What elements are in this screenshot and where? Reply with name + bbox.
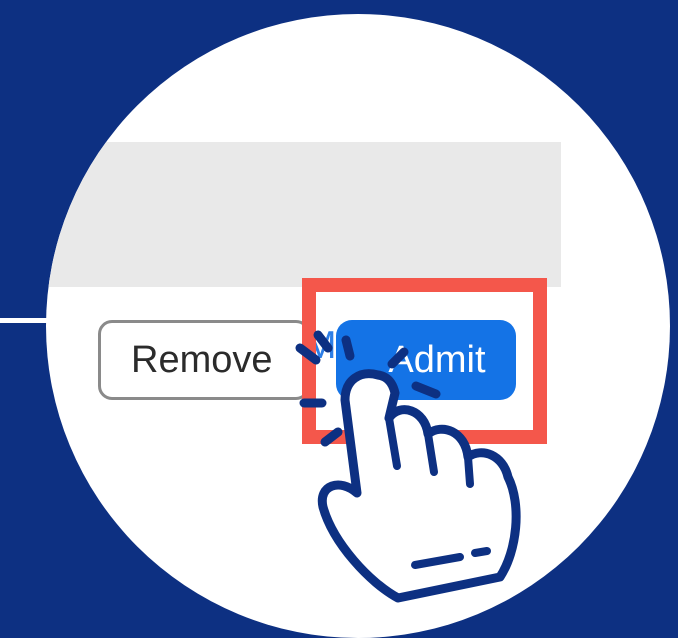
hand-pointer-click-icon xyxy=(295,330,521,603)
